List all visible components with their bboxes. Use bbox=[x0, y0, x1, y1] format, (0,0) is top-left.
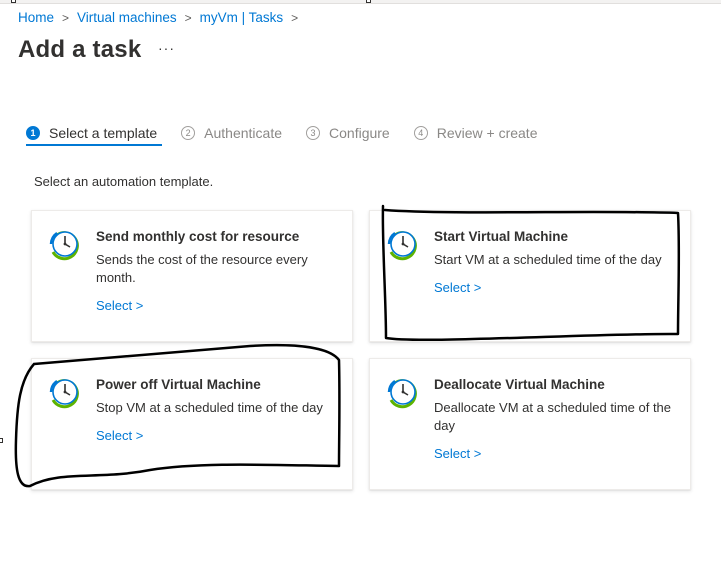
wizard-step-review-create[interactable]: 4 Review + create bbox=[413, 122, 538, 144]
selection-handle bbox=[0, 438, 3, 443]
select-link[interactable]: Select > bbox=[434, 446, 481, 461]
intro-text: Select an automation template. bbox=[34, 174, 214, 189]
template-description: Stop VM at a scheduled time of the day bbox=[96, 400, 323, 415]
step-label: Configure bbox=[329, 125, 390, 141]
select-link[interactable]: Select > bbox=[96, 298, 143, 313]
clock-icon bbox=[49, 379, 79, 409]
template-title: Send monthly cost for resource bbox=[96, 229, 300, 244]
clock-icon bbox=[49, 231, 79, 261]
select-link[interactable]: Select > bbox=[434, 280, 481, 295]
active-step-indicator bbox=[26, 144, 162, 146]
page-title: Add a task bbox=[18, 36, 142, 63]
step-number-3: 3 bbox=[306, 126, 321, 140]
breadcrumb-separator: > bbox=[184, 10, 192, 25]
step-label: Review + create bbox=[436, 125, 538, 141]
more-options-button[interactable]: ··· bbox=[158, 40, 175, 56]
clock-icon bbox=[387, 379, 417, 409]
breadcrumb-virtual-machines[interactable]: Virtual machines bbox=[77, 10, 177, 25]
breadcrumb-myvm-tasks[interactable]: myVm | Tasks bbox=[200, 10, 284, 25]
template-title: Power off Virtual Machine bbox=[96, 377, 261, 392]
wizard-step-select-template[interactable]: 1 Select a template bbox=[26, 122, 157, 144]
step-label: Authenticate bbox=[204, 125, 283, 141]
breadcrumb-separator: > bbox=[62, 10, 70, 25]
breadcrumb-separator: > bbox=[291, 10, 299, 25]
template-card-monthly-cost[interactable]: Send monthly cost for resource Sends the… bbox=[31, 210, 353, 342]
template-card-start-vm[interactable]: Start Virtual Machine Start VM at a sche… bbox=[369, 210, 691, 342]
template-card-power-off-vm[interactable]: Power off Virtual Machine Stop VM at a s… bbox=[31, 358, 353, 490]
step-number-1: 1 bbox=[26, 126, 40, 140]
selection-handle bbox=[366, 0, 371, 3]
template-description: Start VM at a scheduled time of the day bbox=[434, 252, 662, 267]
step-label: Select a template bbox=[49, 125, 158, 141]
breadcrumb: Home > Virtual machines > myVm | Tasks > bbox=[18, 10, 306, 25]
template-title: Start Virtual Machine bbox=[434, 229, 569, 244]
step-number-4: 4 bbox=[413, 126, 428, 140]
top-border bbox=[0, 0, 721, 4]
clock-icon bbox=[387, 231, 417, 261]
selection-handle bbox=[11, 0, 16, 3]
select-link[interactable]: Select > bbox=[96, 428, 143, 443]
template-card-deallocate-vm[interactable]: Deallocate Virtual Machine Deallocate VM… bbox=[369, 358, 691, 490]
wizard-step-configure[interactable]: 3 Configure bbox=[306, 122, 390, 144]
step-number-2: 2 bbox=[181, 126, 196, 140]
template-title: Deallocate Virtual Machine bbox=[434, 377, 605, 392]
breadcrumb-home[interactable]: Home bbox=[18, 10, 54, 25]
template-description: Sends the cost of the resource every mon… bbox=[96, 252, 308, 285]
template-description: Deallocate VM at a scheduled time of the… bbox=[434, 400, 672, 433]
wizard-step-authenticate[interactable]: 2 Authenticate bbox=[181, 122, 282, 144]
